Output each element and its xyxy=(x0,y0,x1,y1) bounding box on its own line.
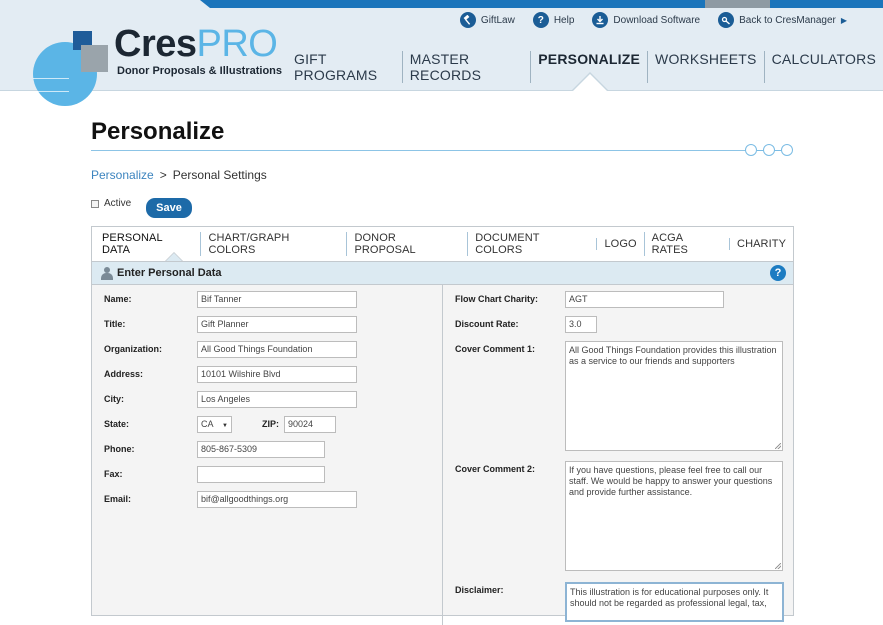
address-label: Address: xyxy=(104,369,144,379)
column-divider xyxy=(442,285,443,625)
nav-active-indicator-inner xyxy=(572,74,608,92)
download-software-link[interactable]: Download Software xyxy=(592,12,700,28)
nav-worksheets[interactable]: WORKSHEETS xyxy=(647,51,764,83)
back-to-cresmanager-link[interactable]: Back to CresManager ▶ xyxy=(718,12,847,28)
active-label: Active xyxy=(104,198,132,209)
tab-personal-data[interactable]: PERSONAL DATA xyxy=(102,232,200,256)
fax-field[interactable] xyxy=(197,466,325,483)
address-field[interactable]: 10101 Wilshire Blvd xyxy=(197,366,357,383)
flow-chart-charity-field[interactable]: AGT xyxy=(565,291,724,308)
disclaimer-text: This illustration is for educational pur… xyxy=(570,587,769,608)
top-stripe xyxy=(210,0,705,8)
breadcrumb-separator: > xyxy=(159,168,167,182)
question-icon: ? xyxy=(532,12,549,28)
tab-charity[interactable]: CHARITY xyxy=(729,238,793,250)
page-title: Personalize xyxy=(91,118,225,145)
resize-handle[interactable] xyxy=(775,563,781,569)
title-label: Title: xyxy=(104,319,126,329)
logo-lines xyxy=(33,78,69,92)
giftlaw-link[interactable]: GiftLaw xyxy=(459,12,515,28)
city-label: City: xyxy=(104,394,124,404)
giftlaw-label: GiftLaw xyxy=(480,14,515,26)
help-icon[interactable]: ? xyxy=(770,265,786,281)
title-divider xyxy=(91,150,746,151)
state-select[interactable]: CA ▼ xyxy=(197,416,232,433)
title-dot xyxy=(781,144,793,156)
tab-logo[interactable]: LOGO xyxy=(596,238,643,250)
zip-label: ZIP: xyxy=(262,419,279,429)
email-field[interactable]: bif@allgoodthings.org xyxy=(197,491,357,508)
state-value: CA xyxy=(201,419,214,429)
nav-calculators[interactable]: CALCULATORS xyxy=(763,51,883,83)
section-title: Enter Personal Data xyxy=(117,267,222,279)
key-icon xyxy=(718,12,735,28)
cover-comment-1-text: All Good Things Foundation provides this… xyxy=(569,345,777,366)
brand-main: Cres xyxy=(114,23,197,65)
tab-donor-proposal[interactable]: DONOR PROPOSAL xyxy=(346,232,467,256)
tab-acga-rates[interactable]: ACGA RATES xyxy=(643,232,729,256)
settings-tabs: PERSONAL DATA CHART/GRAPH COLORS DONOR P… xyxy=(92,227,793,261)
name-label: Name: xyxy=(104,294,132,304)
top-links: GiftLaw ? Help Download Software Back to… xyxy=(459,12,847,28)
help-label: Help xyxy=(553,14,575,26)
logo-square-grey xyxy=(81,45,108,72)
phone-label: Phone: xyxy=(104,444,135,454)
fax-label: Fax: xyxy=(104,469,123,479)
city-field[interactable]: Los Angeles xyxy=(197,391,357,408)
chevron-down-icon: ▼ xyxy=(222,423,228,429)
state-label: State: xyxy=(104,419,130,429)
nav-gift-programs[interactable]: GIFT PROGRAMS xyxy=(294,51,402,83)
download-label: Download Software xyxy=(613,14,701,26)
title-dot xyxy=(745,144,757,156)
organization-field[interactable]: All Good Things Foundation xyxy=(197,341,357,358)
zip-field[interactable]: 90024 xyxy=(284,416,336,433)
active-toggle[interactable]: Active xyxy=(91,198,131,209)
resize-handle[interactable] xyxy=(775,443,781,449)
breadcrumb: Personalize > Personal Settings xyxy=(91,168,267,182)
top-stripe-grey xyxy=(705,0,770,8)
cover-comment-2-text: If you have questions, please feel free … xyxy=(569,465,773,497)
back-label: Back to CresManager xyxy=(739,14,836,26)
settings-panel: PERSONAL DATA CHART/GRAPH COLORS DONOR P… xyxy=(91,226,794,625)
email-label: Email: xyxy=(104,494,132,504)
brand-tagline: Donor Proposals & Illustrations xyxy=(117,65,283,77)
title-field[interactable]: Gift Planner xyxy=(197,316,357,333)
disclaimer-textarea[interactable]: This illustration is for educational pur… xyxy=(565,582,784,622)
cover-comment-1-label: Cover Comment 1: xyxy=(455,344,536,354)
gavel-icon xyxy=(459,12,476,28)
active-checkbox[interactable] xyxy=(91,199,99,208)
disclaimer-label: Disclaimer: xyxy=(455,585,504,595)
cover-comment-1-textarea[interactable]: All Good Things Foundation provides this… xyxy=(565,341,783,451)
top-stripe-right xyxy=(770,0,883,8)
tab-active-indicator-inner xyxy=(166,253,182,261)
person-icon xyxy=(101,266,113,280)
discount-rate-field[interactable]: 3.0 xyxy=(565,316,597,333)
brand-logo[interactable]: CresPRO xyxy=(114,23,278,65)
app-header: CresPRO Donor Proposals & Illustrations … xyxy=(0,0,883,106)
nav-master-records[interactable]: MASTER RECORDS xyxy=(401,51,531,83)
name-field[interactable]: Bif Tanner xyxy=(197,291,357,308)
discount-rate-label: Discount Rate: xyxy=(455,319,519,329)
download-icon xyxy=(592,12,609,28)
cover-comment-2-textarea[interactable]: If you have questions, please feel free … xyxy=(565,461,783,571)
brand-accent: PRO xyxy=(196,23,278,65)
save-button[interactable]: Save xyxy=(146,198,192,218)
title-dot xyxy=(763,144,775,156)
phone-field[interactable]: 805-867-5309 xyxy=(197,441,325,458)
breadcrumb-current: Personal Settings xyxy=(172,168,267,182)
breadcrumb-personalize-link[interactable]: Personalize xyxy=(91,168,154,182)
tab-document-colors[interactable]: DOCUMENT COLORS xyxy=(467,232,596,256)
top-stripe-corner xyxy=(200,0,210,8)
help-link[interactable]: ? Help xyxy=(532,12,575,28)
section-header: Enter Personal Data ? xyxy=(92,261,793,285)
organization-label: Organization: xyxy=(104,344,162,354)
flow-chart-charity-label: Flow Chart Charity: xyxy=(455,294,539,304)
tab-chart-graph-colors[interactable]: CHART/GRAPH COLORS xyxy=(200,232,346,256)
chevron-right-icon: ▶ xyxy=(840,15,847,25)
cover-comment-2-label: Cover Comment 2: xyxy=(455,464,536,474)
